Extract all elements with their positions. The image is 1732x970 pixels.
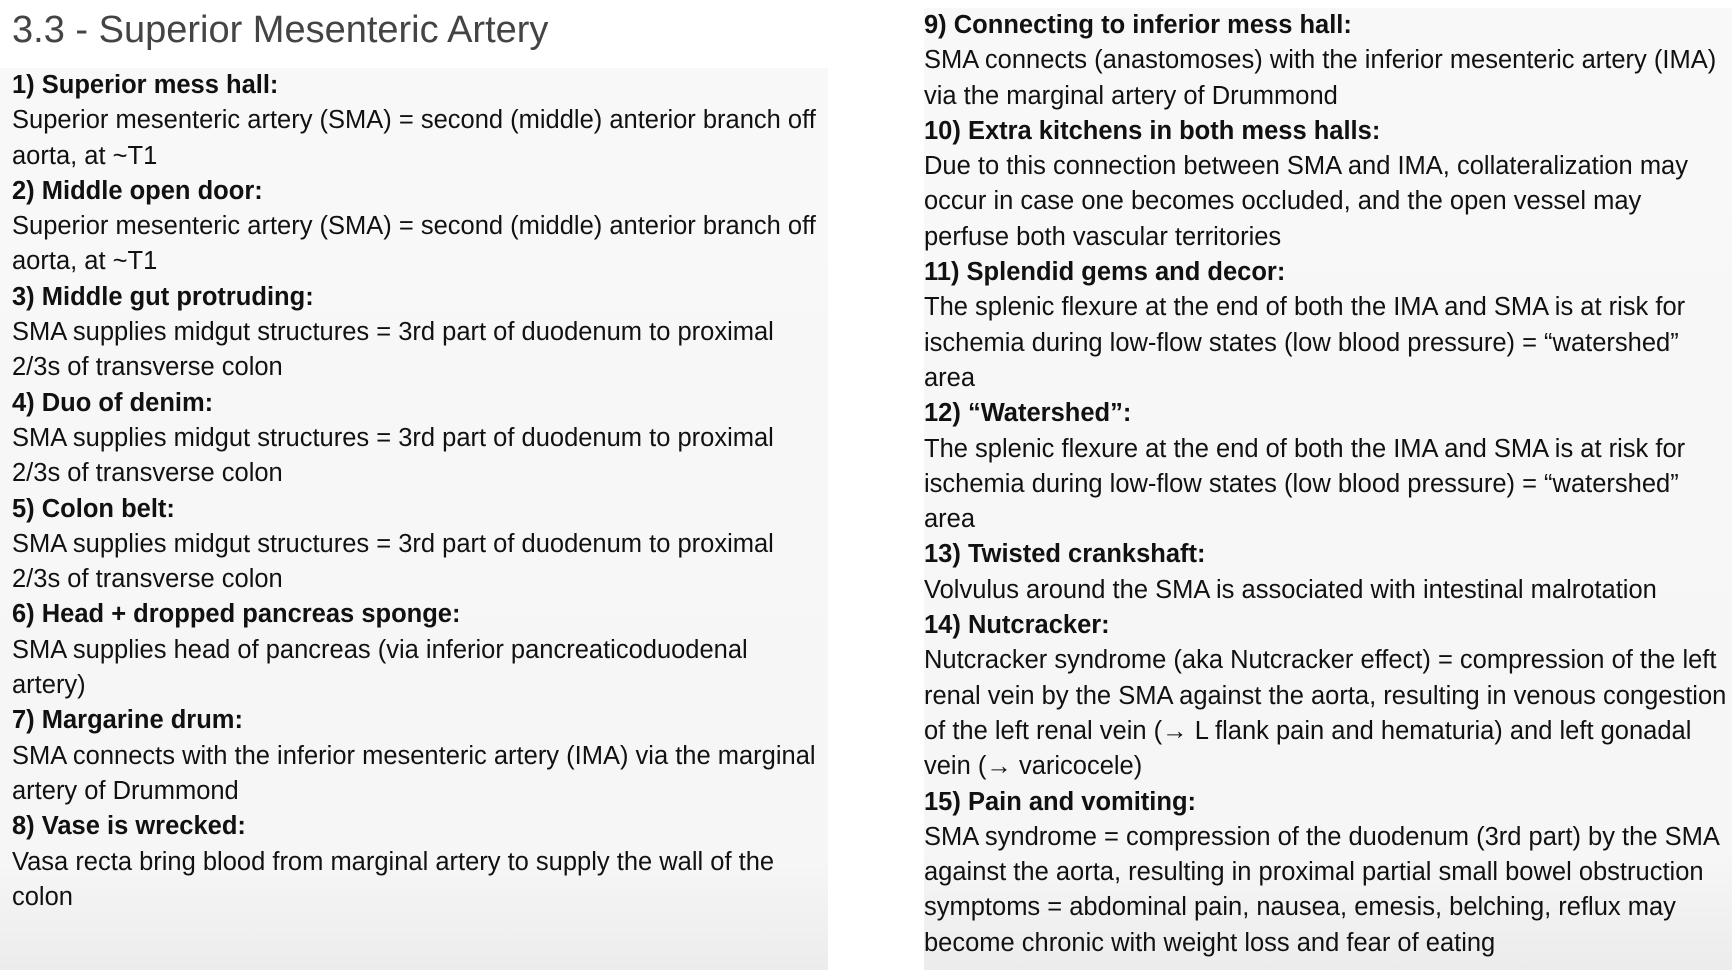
entry-body: The splenic flexure at the end of both t… (924, 293, 1686, 392)
list-item: 14) Nutcracker: Nutcracker syndrome (aka… (924, 608, 1732, 784)
list-item: 5) Colon belt: SMA supplies midgut struc… (12, 492, 828, 598)
list-item: 9) Connecting to inferior mess hall: SMA… (924, 8, 1732, 114)
list-item: 10) Extra kitchens in both mess halls: D… (924, 114, 1732, 255)
entry-heading: 9) Connecting to inferior mess hall: (924, 11, 1352, 39)
entry-heading: 2) Middle open door: (12, 176, 263, 205)
entry-body: Nutcracker syndrome (aka Nutcracker effe… (924, 646, 1727, 781)
list-item: 12) “Watershed”: The splenic flexure at … (924, 396, 1732, 537)
entry-heading: 11) Splendid gems and decor: (924, 258, 1286, 287)
list-item: 4) Duo of denim: SMA supplies midgut str… (12, 386, 828, 492)
entry-heading: 7) Margarine drum: (12, 706, 243, 735)
entry-heading: 5) Colon belt: (12, 494, 175, 523)
entry-body: SMA supplies midgut structures = 3rd par… (12, 529, 774, 594)
list-item: 15) Pain and vomiting: SMA syndrome = co… (924, 785, 1732, 961)
entry-heading: 6) Head + dropped pancreas sponge: (12, 600, 461, 629)
entry-body: Superior mesenteric artery (SMA) = secon… (12, 106, 816, 170)
entry-heading: 4) Duo of denim: (12, 388, 214, 417)
list-item: 2) Middle open door: Superior mesenteric… (12, 174, 828, 280)
entry-body: Due to this connection between SMA and I… (924, 152, 1688, 251)
list-item: 11) Splendid gems and decor: The splenic… (924, 255, 1732, 396)
entry-body: Vasa recta bring blood from marginal art… (12, 847, 775, 911)
list-item: 7) Margarine drum: SMA connects with the… (12, 703, 828, 809)
entry-body: SMA connects with the inferior mesenteri… (12, 741, 816, 805)
entry-heading: 15) Pain and vomiting: (924, 787, 1197, 816)
entry-heading: 14) Nutcracker: (924, 611, 1110, 640)
list-item: 3) Middle gut protruding: SMA supplies m… (12, 280, 828, 386)
entry-body: SMA syndrome = compression of the duoden… (924, 822, 1719, 957)
list-item: 6) Head + dropped pancreas sponge: SMA s… (12, 597, 828, 703)
entry-heading: 10) Extra kitchens in both mess halls: (924, 116, 1381, 145)
left-column: 1) Superior mess hall: Superior mesenter… (0, 68, 828, 970)
right-column: 9) Connecting to inferior mess hall: SMA… (924, 8, 1732, 970)
list-item: 1) Superior mess hall: Superior mesenter… (12, 68, 828, 174)
entry-heading: 8) Vase is wrecked: (12, 812, 246, 841)
entry-heading: 3) Middle gut protruding: (12, 282, 314, 311)
list-item: 8) Vase is wrecked: Vasa recta bring blo… (12, 809, 828, 915)
list-item: 13) Twisted crankshaft: Volvulus around … (924, 537, 1732, 608)
entry-heading: 12) “Watershed”: (924, 399, 1132, 428)
entry-body: Volvulus around the SMA is associated wi… (924, 575, 1657, 604)
entry-body: Superior mesenteric artery (SMA) = secon… (12, 212, 816, 276)
entry-body: SMA supplies midgut structures = 3rd par… (12, 318, 774, 382)
entry-body: SMA supplies midgut structures = 3rd par… (12, 423, 774, 488)
entry-body: The splenic flexure at the end of both t… (924, 434, 1686, 534)
entry-body: SMA supplies head of pancreas (via infer… (12, 635, 748, 700)
entry-heading: 1) Superior mess hall: (12, 71, 279, 99)
page-title: 3.3 - Superior Mesenteric Artery (12, 9, 549, 51)
entry-body: SMA connects (anastomoses) with the infe… (924, 46, 1717, 110)
entry-heading: 13) Twisted crankshaft: (924, 540, 1206, 569)
